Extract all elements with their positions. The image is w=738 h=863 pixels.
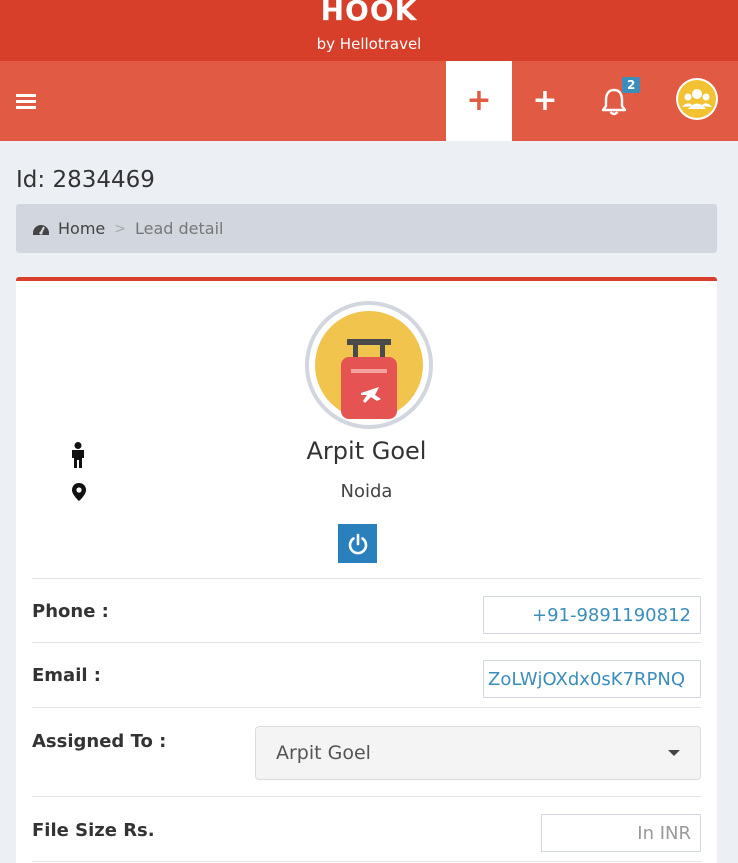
top-navbar: + + 2	[0, 61, 738, 141]
divider	[32, 578, 701, 579]
lead-name: Arpit Goel	[306, 437, 427, 465]
add-lead-button[interactable]: +	[446, 61, 512, 141]
file-size-input[interactable]: In INR	[541, 814, 701, 852]
chevron-down-icon	[668, 750, 680, 756]
lead-city: Noida	[340, 481, 393, 502]
divider	[32, 707, 701, 708]
breadcrumb: Home > Lead detail	[16, 204, 717, 253]
breadcrumb-home-label: Home	[58, 219, 106, 238]
assigned-to-value: Arpit Goel	[276, 742, 371, 764]
email-label: Email :	[32, 665, 102, 686]
assigned-to-select[interactable]: Arpit Goel	[255, 726, 701, 780]
power-icon	[348, 533, 367, 554]
brand-subtitle: by Hellotravel	[316, 35, 422, 53]
notification-badge: 2	[622, 77, 641, 93]
phone-field[interactable]: +91-9891190812	[483, 596, 701, 634]
add-button[interactable]: +	[512, 61, 578, 141]
group-avatar-icon	[678, 80, 716, 118]
menu-toggle-icon[interactable]	[16, 94, 36, 109]
breadcrumb-current: Lead detail	[134, 219, 224, 238]
plus-icon: +	[532, 83, 558, 118]
status-toggle-button[interactable]	[338, 524, 377, 563]
lead-profile-picture	[305, 301, 433, 429]
notifications-button[interactable]: 2	[600, 77, 641, 121]
user-avatar[interactable]	[676, 78, 718, 120]
divider	[32, 861, 701, 862]
breadcrumb-home-link[interactable]: Home	[32, 219, 105, 238]
lead-detail-card: Arpit Goel Noida Phone : +91-9891190812 …	[16, 277, 717, 863]
luggage-icon	[315, 311, 423, 419]
divider	[32, 642, 701, 643]
divider	[32, 796, 701, 797]
dashboard-icon	[33, 224, 49, 235]
lead-id-title: Id: 2834469	[16, 167, 155, 193]
assigned-to-label: Assigned To :	[32, 731, 167, 752]
plus-icon: +	[466, 83, 492, 118]
email-field[interactable]: ZoLWjOXdx0sK7RPNQ	[483, 660, 701, 698]
phone-label: Phone :	[32, 601, 109, 622]
brand-title: HOOK	[320, 0, 418, 27]
file-size-label: File Size Rs.	[32, 820, 155, 841]
breadcrumb-separator: >	[114, 220, 126, 237]
brand-header: HOOK by Hellotravel	[0, 0, 738, 61]
